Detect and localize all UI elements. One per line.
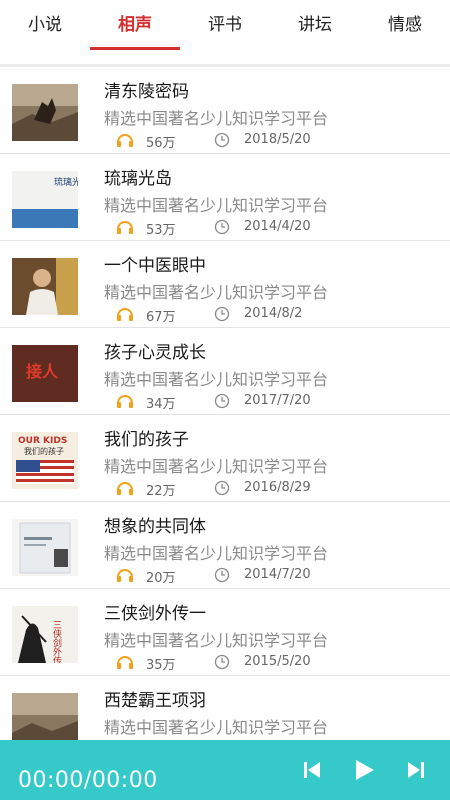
- headphones-icon: [117, 569, 133, 582]
- cover-image: [12, 258, 78, 315]
- tab-pingshu[interactable]: 评书: [180, 0, 270, 52]
- item-meta: 56万 2018/5/20: [104, 131, 424, 151]
- cover-subtitle: 我们的孩子: [24, 446, 64, 456]
- play-icon[interactable]: [352, 758, 376, 782]
- item-description: 精选中国著名少儿知识学习平台: [104, 196, 329, 215]
- item-description: 精选中国著名少儿知识学习平台: [104, 544, 329, 563]
- headphones-icon: [117, 656, 133, 669]
- publish-date: 2014/8/2: [244, 306, 303, 321]
- item-description: 精选中国著名少儿知识学习平台: [104, 631, 329, 650]
- headphones-icon: [117, 134, 133, 147]
- item-description: 精选中国著名少儿知识学习平台: [104, 370, 329, 389]
- item-title: 清东陵密码: [104, 82, 189, 102]
- list-item[interactable]: OUR KIDS 我们的孩子 我们的孩子 精选中国著名少儿知识学习平台 22万 …: [0, 415, 450, 502]
- play-count: 34万: [146, 397, 176, 412]
- list-item[interactable]: 琉璃光岛 琉璃光岛 精选中国著名少儿知识学习平台 53万 2014/4/20: [0, 154, 450, 241]
- list-item[interactable]: 接人 孩子心灵成长 精选中国著名少儿知识学习平台 34万 2017/7/20: [0, 328, 450, 415]
- category-tabs: 小说 相声 评书 讲坛 情感: [0, 0, 450, 52]
- item-description: 精选中国著名少儿知识学习平台: [104, 283, 329, 302]
- item-description: 精选中国著名少儿知识学习平台: [104, 718, 329, 737]
- cover-image: [12, 693, 78, 740]
- clock-icon: [214, 132, 230, 148]
- playback-time: 00:00/00:00: [18, 768, 158, 793]
- publish-date: 2014/7/20: [244, 567, 311, 582]
- publish-date: 2017/7/20: [244, 393, 311, 408]
- play-count: 56万: [146, 136, 176, 151]
- item-meta: 53万 2014/4/20: [104, 218, 424, 238]
- list-item[interactable]: 西楚霸王项羽 精选中国著名少儿知识学习平台: [0, 676, 450, 740]
- list-item[interactable]: 清东陵密码 精选中国著名少儿知识学习平台 56万 2018/5/20: [0, 67, 450, 154]
- skip-next-icon[interactable]: [404, 758, 428, 782]
- item-title: 西楚霸王项羽: [104, 691, 206, 711]
- play-count: 35万: [146, 658, 176, 673]
- cover-text: 三侠剑外传: [51, 620, 62, 663]
- cover-image: [12, 519, 78, 576]
- tab-xiaoshuo[interactable]: 小说: [0, 0, 90, 52]
- cover-image: [12, 84, 78, 141]
- headphones-icon: [117, 395, 133, 408]
- item-title: 我们的孩子: [104, 430, 189, 450]
- skip-previous-icon[interactable]: [300, 758, 324, 782]
- clock-icon: [214, 219, 230, 235]
- clock-icon: [214, 567, 230, 583]
- headphones-icon: [117, 221, 133, 234]
- clock-icon: [214, 480, 230, 496]
- cover-image: 琉璃光岛: [12, 171, 78, 228]
- headphones-icon: [117, 482, 133, 495]
- clock-icon: [214, 306, 230, 322]
- clock-icon: [214, 393, 230, 409]
- list-item[interactable]: 一个中医眼中 精选中国著名少儿知识学习平台 67万 2014/8/2: [0, 241, 450, 328]
- tab-jiangtan[interactable]: 讲坛: [270, 0, 360, 52]
- item-meta: 34万 2017/7/20: [104, 392, 424, 412]
- list-item[interactable]: 想象的共同体 精选中国著名少儿知识学习平台 20万 2014/7/20: [0, 502, 450, 589]
- audio-list[interactable]: 清东陵密码 精选中国著名少儿知识学习平台 56万 2018/5/20 琉璃光岛 …: [0, 67, 450, 740]
- cover-text: 接人: [26, 362, 59, 381]
- publish-date: 2014/4/20: [244, 219, 311, 234]
- item-meta: 20万 2014/7/20: [104, 566, 424, 586]
- tab-qinggan[interactable]: 情感: [360, 0, 450, 52]
- item-meta: 67万 2014/8/2: [104, 305, 424, 325]
- headphones-icon: [117, 308, 133, 321]
- publish-date: 2015/5/20: [244, 654, 311, 669]
- cover-text: OUR KIDS: [18, 436, 67, 446]
- play-count: 22万: [146, 484, 176, 499]
- item-title: 琉璃光岛: [104, 169, 172, 189]
- item-meta: 35万 2015/5/20: [104, 653, 424, 673]
- clock-icon: [214, 654, 230, 670]
- cover-image: 接人: [12, 345, 78, 402]
- publish-date: 2018/5/20: [244, 132, 311, 147]
- play-count: 20万: [146, 571, 176, 586]
- cover-image: 三侠剑外传: [12, 606, 78, 663]
- publish-date: 2016/8/29: [244, 480, 311, 495]
- item-title: 一个中医眼中: [104, 256, 206, 276]
- list-item[interactable]: 三侠剑外传 三侠剑外传一 精选中国著名少儿知识学习平台 35万 2015/5/2…: [0, 589, 450, 676]
- item-description: 精选中国著名少儿知识学习平台: [104, 109, 329, 128]
- play-count: 67万: [146, 310, 176, 325]
- item-title: 三侠剑外传一: [104, 604, 206, 624]
- item-title: 孩子心灵成长: [104, 343, 206, 363]
- item-title: 想象的共同体: [104, 517, 206, 537]
- item-description: 精选中国著名少儿知识学习平台: [104, 457, 329, 476]
- audio-player-bar: 00:00/00:00: [0, 740, 450, 800]
- cover-text: 琉璃光岛: [54, 176, 78, 188]
- item-meta: 22万 2016/8/29: [104, 479, 424, 499]
- cover-image: OUR KIDS 我们的孩子: [12, 432, 78, 489]
- play-count: 53万: [146, 223, 176, 238]
- tab-xiangsheng[interactable]: 相声: [90, 0, 180, 52]
